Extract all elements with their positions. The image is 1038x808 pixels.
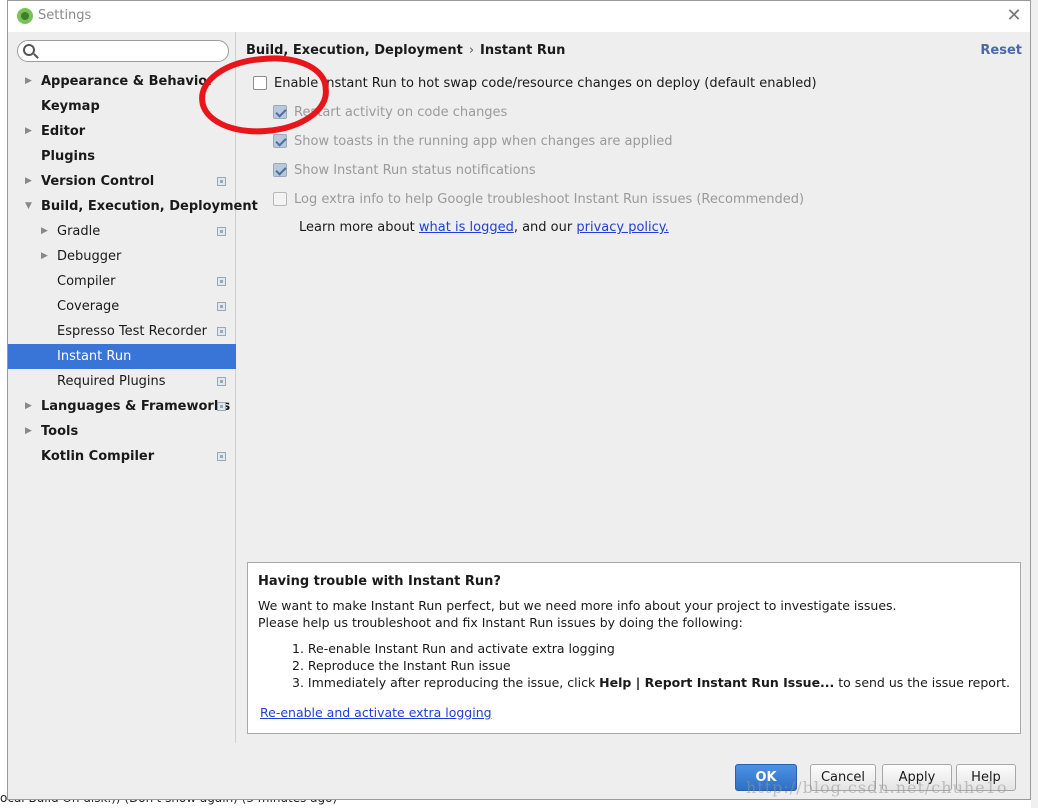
tree-item[interactable]: Kotlin Compiler [8,444,236,469]
restart-activity-label: Restart activity on code changes [294,105,508,120]
privacy-policy-link[interactable]: privacy policy. [576,220,668,235]
info-step-3: 3. Immediately after reproducing the iss… [292,675,1010,692]
breadcrumb-separator: › [468,43,475,58]
settings-content: Build, Execution, Deployment › Instant Run… [237,32,1030,743]
info-step-2: 2. Reproduce the Instant Run issue [292,658,511,673]
status-notifications-checkbox[interactable] [273,163,287,177]
search-input[interactable] [40,42,225,60]
expand-right-icon[interactable]: ▶ [25,394,32,419]
tree-item-label: Build, Execution, Deployment [41,199,258,214]
tree-item[interactable]: Required Plugins [8,369,236,394]
expand-right-icon[interactable]: ▶ [41,219,48,244]
expand-right-icon[interactable]: ▶ [25,169,32,194]
project-scope-icon [217,327,226,336]
show-toasts-checkbox[interactable] [273,134,287,148]
background-ide-strip [1031,0,1038,808]
project-scope-icon [217,402,226,411]
info-step-3-prefix: 3. Immediately after reproducing the iss… [292,675,600,690]
project-scope-icon [217,302,226,311]
project-scope-icon [217,177,226,186]
settings-tree: ▶ Appearance & Behavior Keymap ▶ Editor Plugi… [8,69,258,469]
tree-item[interactable]: ▶ Editor [8,119,236,144]
tree-item-label: Languages & Frameworks [41,399,231,414]
tree-item-label: Version Control [41,174,155,189]
tree-item[interactable]: Plugins [8,144,236,169]
expand-right-icon[interactable]: ▶ [25,119,32,144]
info-title: Having trouble with Instant Run? [258,574,501,589]
search-icon [23,44,35,56]
tree-item-label: Keymap [41,99,100,114]
tree-item-label: Plugins [41,149,95,164]
breadcrumb-current: Instant Run [480,43,566,58]
tree-item-label: Required Plugins [57,374,166,389]
tree-item[interactable]: ▶ Tools [8,419,236,444]
info-steps: 1. Re-enable Instant Run and activate ex… [292,641,1010,692]
title-bar[interactable]: Settings ✕ [8,1,1030,32]
tree-item-label: Debugger [57,249,122,264]
tree-item-label: Appearance & Behavior [41,74,214,89]
tree-item[interactable]: ▶ Version Control [8,169,236,194]
window-title: Settings [38,8,92,23]
tree-item[interactable]: Espresso Test Recorder [8,319,236,344]
breadcrumb: Build, Execution, Deployment › Instant Run [246,43,565,58]
expand-down-icon[interactable]: ▼ [25,194,32,219]
tree-item-label: Tools [41,424,79,439]
tree-item[interactable]: Compiler [8,269,236,294]
reenable-logging-link[interactable]: Re-enable and activate extra logging [260,705,492,720]
tree-item-label: Kotlin Compiler [41,449,155,464]
enable-instant-run-label: Enable Instant Run to hot swap code/reso… [274,76,817,91]
trouble-info-box: Having trouble with Instant Run? We want… [247,562,1021,734]
tree-item[interactable]: ▶ Debugger [8,244,236,269]
expand-right-icon[interactable]: ▶ [25,419,32,444]
settings-dialog: Settings ✕ ▶ Appearance & Behavior Keymap ▶… [7,0,1031,800]
android-studio-icon [17,8,33,24]
log-extra-info-checkbox[interactable] [273,192,287,206]
status-notifications-label: Show Instant Run status notifications [294,163,536,178]
project-scope-icon [217,227,226,236]
tree-item[interactable]: ▼ Build, Execution, Deployment [8,194,258,219]
project-scope-icon [217,377,226,386]
report-issue-menu-path: Help | Report Instant Run Issue... [599,675,835,690]
close-button[interactable]: ✕ [1004,6,1024,26]
what-is-logged-link[interactable]: what is logged [419,220,514,235]
project-scope-icon [217,277,226,286]
tree-item-label: Gradle [57,224,101,239]
info-step-1: 1. Re-enable Instant Run and activate ex… [292,641,615,656]
learn-more-middle: , and our [513,220,577,235]
info-line-1: We want to make Instant Run perfect, but… [258,598,897,613]
tree-item[interactable]: ▶ Languages & Frameworks [8,394,236,419]
reset-link[interactable]: Reset [980,43,1022,58]
tree-item[interactable]: Coverage [8,294,236,319]
tree-item-label: Compiler [57,274,116,289]
info-step-3-suffix: to send us the issue report. [834,675,1010,690]
tree-item-label: Instant Run [57,349,132,364]
info-line-2: Please help us troubleshoot and fix Inst… [258,615,743,630]
learn-more-text: Learn more about what is logged, and our… [299,220,669,235]
expand-right-icon[interactable]: ▶ [41,244,48,269]
watermark: http://blog.csdn.net/chuhe1o [746,778,1008,797]
tree-item[interactable]: ▶ Gradle [8,219,236,244]
expand-right-icon[interactable]: ▶ [25,69,32,94]
tree-item-label: Coverage [57,299,120,314]
tree-item-label: Espresso Test Recorder [57,324,207,339]
tree-item[interactable]: Instant Run [8,344,236,369]
project-scope-icon [217,452,226,461]
log-extra-info-label: Log extra info to help Google troublesho… [294,192,805,207]
search-box[interactable] [17,40,229,62]
tree-item-label: Editor [41,124,86,139]
show-toasts-label: Show toasts in the running app when chan… [294,134,673,149]
settings-sidebar: ▶ Appearance & Behavior Keymap ▶ Editor Plugi… [8,32,258,743]
learn-more-prefix: Learn more about [299,220,419,235]
